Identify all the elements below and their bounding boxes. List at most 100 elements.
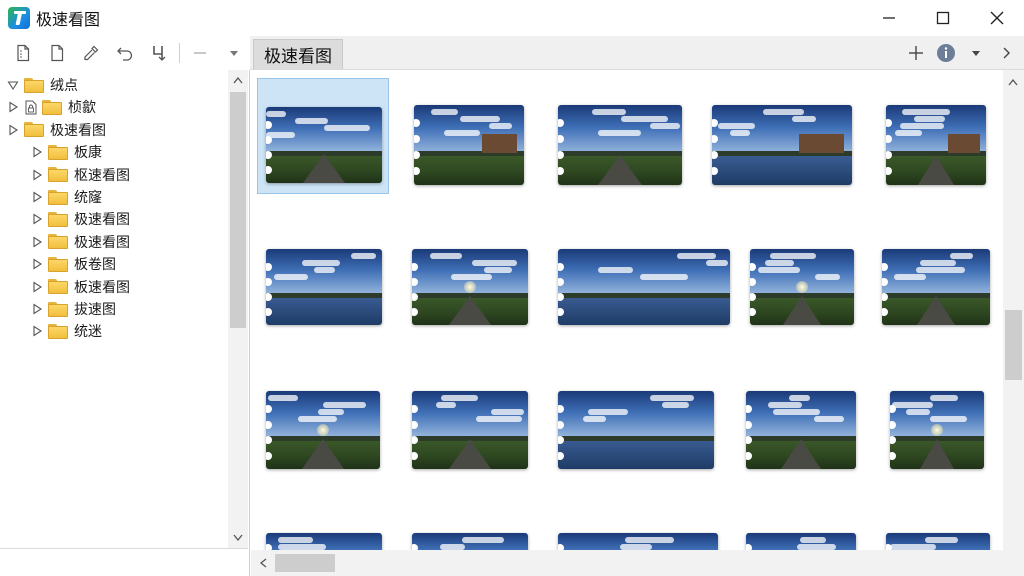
- thumbnail-image: [746, 533, 856, 550]
- thumbnail-item[interactable]: [703, 76, 859, 196]
- thumbnail-item[interactable]: [881, 362, 991, 480]
- info-button[interactable]: [934, 41, 958, 65]
- thumbnail-item[interactable]: [549, 362, 721, 480]
- grid-horizontal-scrollbar[interactable]: [251, 550, 1024, 576]
- folder-tree: 绒点 桢歙 极速看图 板康 枢速看图 统窿 极速看图 极速看图 板卷图 板速看图 拔速图 统迷: [0, 70, 228, 548]
- tab-strip: 极速看图: [250, 36, 1024, 70]
- lock-document-icon: [24, 99, 38, 115]
- thumbnail-item[interactable]: [257, 220, 389, 336]
- thumbnail-item[interactable]: [737, 504, 863, 550]
- maximize-button[interactable]: [916, 0, 970, 36]
- folder-icon: [48, 256, 68, 272]
- thumbnail-image: [558, 391, 714, 469]
- thumbnail-item[interactable]: [403, 362, 535, 480]
- tree-item-label: 绒点: [50, 77, 78, 93]
- thumbnail-item[interactable]: [403, 220, 535, 336]
- thumbnail-item[interactable]: [549, 504, 725, 550]
- tab-current-folder[interactable]: 极速看图: [253, 39, 343, 69]
- tree-item[interactable]: 极速看图: [6, 119, 106, 141]
- eyedropper-button[interactable]: [76, 39, 106, 67]
- arrow-right-icon: [1003, 47, 1010, 59]
- grid-scroll-up-arrow-icon[interactable]: [1007, 76, 1019, 88]
- thumbnail-item[interactable]: [257, 504, 389, 550]
- thumbnail-item[interactable]: [741, 220, 861, 336]
- merge-icon: [153, 46, 166, 61]
- thumbnail-image: [266, 249, 382, 325]
- minimize-button[interactable]: [862, 0, 916, 36]
- expander-closed-icon[interactable]: [30, 212, 44, 226]
- thumbnail-item[interactable]: [877, 504, 997, 550]
- expander-closed-icon[interactable]: [30, 280, 44, 294]
- app-logo-icon: [8, 7, 30, 29]
- tree-item-label: 板卷图: [74, 256, 116, 273]
- thumbnail-item[interactable]: [549, 220, 737, 336]
- expander-closed-icon[interactable]: [30, 190, 44, 204]
- tree-item[interactable]: 极速看图: [30, 231, 130, 253]
- expander-closed-icon[interactable]: [30, 302, 44, 316]
- merge-button[interactable]: [144, 39, 174, 67]
- thumbnail-image: [414, 105, 524, 185]
- eyedropper-icon: [84, 45, 99, 61]
- thumbnail-item[interactable]: [873, 220, 997, 336]
- thumbnail-image: [558, 533, 718, 550]
- thumbnail-image: [750, 249, 854, 325]
- expander-open-icon[interactable]: [6, 78, 20, 92]
- folder-icon: [48, 234, 68, 250]
- close-icon: [990, 11, 1004, 25]
- grid-hscroll-thumb[interactable]: [275, 554, 335, 572]
- expander-closed-icon[interactable]: [30, 324, 44, 338]
- minus-button[interactable]: [185, 39, 215, 67]
- tree-vertical-scrollbar[interactable]: [228, 70, 248, 548]
- expander-closed-icon[interactable]: [30, 145, 44, 159]
- thumbnail-item[interactable]: [737, 362, 863, 480]
- folder-icon: [48, 144, 68, 160]
- expander-closed-icon[interactable]: [6, 123, 20, 137]
- minus-icon: [194, 52, 206, 54]
- tree-item[interactable]: 桢歙: [6, 96, 96, 118]
- window-controls: [862, 0, 1024, 36]
- tree-item[interactable]: 极速看图: [30, 208, 130, 230]
- expander-closed-icon[interactable]: [6, 100, 20, 114]
- thumbnail-image: [412, 533, 528, 550]
- thumbnail-item[interactable]: [257, 362, 387, 480]
- expander-closed-icon[interactable]: [30, 168, 44, 182]
- tree-item[interactable]: 枢速看图: [30, 164, 130, 186]
- thumbnail-item[interactable]: [403, 504, 535, 550]
- scroll-down-arrow-icon[interactable]: [232, 532, 244, 544]
- folder-icon: [48, 189, 68, 205]
- toolbar-dropdown-button[interactable]: [219, 39, 249, 67]
- scroll-left-arrow-icon[interactable]: [257, 557, 269, 569]
- thumbnail-item[interactable]: [549, 76, 689, 196]
- thumbnail-image: [886, 533, 990, 550]
- grid-scroll-thumb[interactable]: [1005, 310, 1022, 380]
- title-bar: 极速看图: [0, 0, 1024, 36]
- close-button[interactable]: [970, 0, 1024, 36]
- thumbnail-item[interactable]: [405, 76, 531, 196]
- scroll-up-arrow-icon[interactable]: [232, 74, 244, 86]
- tree-item[interactable]: 板速看图: [30, 276, 130, 298]
- tree-scroll-thumb[interactable]: [230, 92, 246, 328]
- menu-dropdown-button[interactable]: [964, 41, 988, 65]
- thumbnail-item[interactable]: [877, 76, 993, 196]
- folder-icon: [48, 301, 68, 317]
- tree-item[interactable]: 拔速图: [30, 298, 116, 320]
- tree-item-label: 枢速看图: [74, 166, 130, 183]
- tree-horizontal-area: [0, 548, 248, 576]
- document-button[interactable]: [42, 39, 72, 67]
- thumbnail-item[interactable]: [257, 78, 389, 194]
- expander-closed-icon[interactable]: [30, 235, 44, 249]
- tree-item[interactable]: 绒点: [6, 74, 78, 96]
- tree-item[interactable]: 板卷图: [30, 253, 116, 275]
- tree-item[interactable]: 统窿: [30, 186, 102, 208]
- grid-vertical-scrollbar[interactable]: [1003, 70, 1024, 550]
- tree-item[interactable]: 板康: [30, 141, 102, 163]
- more-button[interactable]: [994, 41, 1018, 65]
- new-file-button[interactable]: [8, 39, 38, 67]
- new-file-icon: [17, 44, 30, 62]
- undo-button[interactable]: [110, 39, 140, 67]
- tree-item[interactable]: 统迷: [30, 320, 102, 342]
- folder-icon: [24, 122, 44, 138]
- add-tab-button[interactable]: [904, 41, 928, 65]
- thumbnail-image: [266, 107, 382, 183]
- expander-closed-icon[interactable]: [30, 257, 44, 271]
